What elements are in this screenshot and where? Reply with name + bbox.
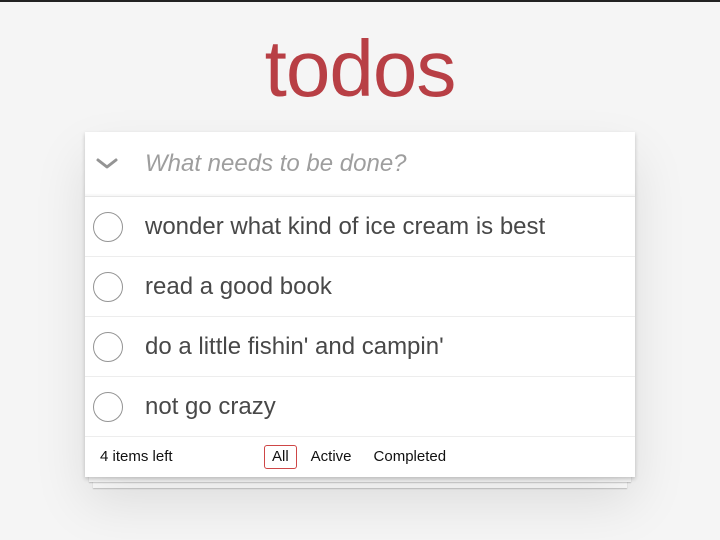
todo-item[interactable]: not go crazy xyxy=(85,377,635,437)
app-title: todos xyxy=(264,24,457,113)
filter-completed-item: Completed xyxy=(363,445,458,469)
todo-item[interactable]: do a little fishin' and campin' xyxy=(85,317,635,377)
todo-footer: 4 items left All Active Completed xyxy=(85,437,635,477)
chevron-down-icon-svg xyxy=(96,158,118,169)
todo-checkbox[interactable] xyxy=(93,392,123,422)
filter-all[interactable]: All xyxy=(264,445,297,469)
todo-label[interactable]: not go crazy xyxy=(145,377,276,436)
todo-checkbox[interactable] xyxy=(93,212,123,242)
new-todo-header xyxy=(85,132,635,197)
todo-checkbox[interactable] xyxy=(93,272,123,302)
todo-label[interactable]: read a good book xyxy=(145,257,332,316)
items-left-count: 4 items left xyxy=(100,448,173,465)
todo-label[interactable]: do a little fishin' and campin' xyxy=(145,317,444,376)
todo-checkbox[interactable] xyxy=(93,332,123,362)
filter-all-item: All xyxy=(261,445,300,469)
todo-list: wonder what kind of ice cream is best re… xyxy=(85,197,635,437)
browser-top-border xyxy=(0,0,720,2)
filter-active-item: Active xyxy=(300,445,363,469)
chevron-down-icon[interactable] xyxy=(93,150,121,178)
todo-label[interactable]: wonder what kind of ice cream is best xyxy=(145,197,545,256)
todo-item[interactable]: wonder what kind of ice cream is best xyxy=(85,197,635,257)
filter-completed[interactable]: Completed xyxy=(366,445,455,469)
filter-tabs: All Active Completed xyxy=(261,445,457,469)
todo-app: wonder what kind of ice cream is best re… xyxy=(85,132,635,477)
new-todo-input[interactable] xyxy=(145,142,615,186)
filter-active[interactable]: Active xyxy=(303,445,360,469)
todo-item[interactable]: read a good book xyxy=(85,257,635,317)
